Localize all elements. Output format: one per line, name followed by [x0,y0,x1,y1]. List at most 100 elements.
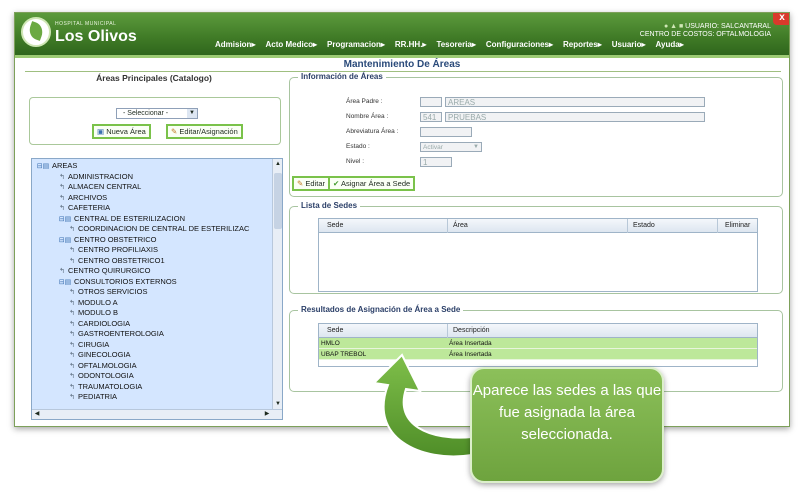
tree-scroll-thumb[interactable] [274,173,282,229]
tree-item[interactable]: ↰ CARDIOLOGIA [68,319,130,330]
tree-vertical-scrollbar[interactable]: ▲ ▼ [272,159,282,409]
tree-item-label: CONSULTORIOS EXTERNOS [74,276,177,286]
tree-item[interactable]: ⊟▤ AREAS [36,161,78,172]
tree-item[interactable]: ↰ OTROS SERVICIOS [68,287,147,298]
tree-item-label: MODULO A [78,297,118,307]
top-bar: HOSPITAL MUNICIPAL Los Olivos ● ▲ ■ USUA… [15,13,789,55]
tree-item-label: CARDIOLOGIA [78,318,131,328]
logo-caption: HOSPITAL MUNICIPAL [55,21,117,27]
tree-item[interactable]: ↰ CIRUGIA [68,340,109,351]
tree-item-label: ODONTOLOGIA [78,371,134,380]
tree-item-label: TRAUMATOLOGIA [78,381,143,391]
nueva-area-label: Nueva Área [106,127,146,136]
tree-horizontal-scrollbar[interactable]: ◀ ▶ [32,409,282,419]
page-title: Mantenimiento De Áreas [343,59,461,70]
area-select[interactable]: - Seleccionar - ▼ [116,108,198,119]
tree-item[interactable]: ↰ CAFETERIA [58,203,110,214]
user-name: USUARIO: SALCANTARAL [685,23,771,30]
tree-item[interactable]: ↰ CENTRO PROFILIAXIS [68,245,158,256]
folder-icon: ⊟▤ [58,236,72,244]
folder-icon: ⊟▤ [36,163,50,170]
leaf-icon: ↰ [69,362,75,370]
col-divider [717,219,718,233]
nombre-area-code-field[interactable]: 541 [420,112,442,122]
tree-item[interactable]: ↰ OFTALMOLOGIA [68,361,137,372]
tree-item-label: CENTRO OBSTETRICO [74,234,157,244]
cost-center: CENTRO DE COSTOS: OFTALMOLOGIA [639,31,771,38]
catalog-select-box: - Seleccionar - ▼ ▣ Nueva Área ✎ Editar/… [29,97,281,145]
menu-tesoreria[interactable]: Tesoreria▸ [436,40,475,49]
menu-acto-medico[interactable]: Acto Medico▸ [265,40,317,49]
nivel-field[interactable]: 1 [420,157,452,167]
leaf-icon: ↰ [69,257,75,265]
editar-button[interactable]: ✎ Editar [292,176,330,191]
tree-item[interactable]: ↰ ALMACEN CENTRAL [58,182,141,193]
scroll-left-icon[interactable]: ◀ [32,410,42,419]
callout-text: Aparece las sedes a las que fue asignada… [472,382,662,443]
col-divider [447,324,448,338]
tree-item-label: CENTRO QUIRURGICO [68,266,151,275]
tree-item[interactable]: ↰ ARCHIVOS [58,193,107,204]
area-padre-code-field[interactable] [420,97,442,107]
tree-item-label: ADMINISTRACION [68,171,134,181]
tree-item[interactable]: ↰ COORDINACION DE CENTRAL DE ESTERILIZAC [68,224,249,235]
tree-item[interactable]: ↰ CENTRO QUIRURGICO [58,266,151,277]
menu-ayuda[interactable]: Ayuda▸ [656,40,684,49]
tree-item[interactable]: ↰ TRAUMATOLOGIA [68,382,142,393]
sedes-fieldset: Lista de Sedes Sede Área Estado Eliminar [289,201,783,294]
tree-item[interactable]: ↰ MODULO A [68,298,118,309]
tree-item-label: AREAS [52,161,78,170]
area-padre-field[interactable]: AREAS [445,97,705,107]
col-estado: Estado [633,222,655,229]
scroll-right-icon[interactable]: ▶ [262,410,272,419]
tree-item-label: ARCHIVOS [68,192,108,202]
tree-item[interactable]: ↰ GASTROENTEROLOGIA [68,329,164,340]
nueva-area-button[interactable]: ▣ Nueva Área [92,124,151,139]
nombre-area-label: Nombre Área : [346,113,389,120]
tree-item-label: MODULO B [78,308,119,317]
menu-admision[interactable]: Admision▸ [215,40,255,49]
estado-select-value: Activar [423,144,443,151]
menu-configuraciones[interactable]: Configuraciones▸ [486,40,553,49]
nombre-area-field[interactable]: PRUEBAS [445,112,705,122]
tree-item[interactable]: ⊟▤ CENTRAL DE ESTERILIZACION [58,214,185,225]
leaf-icon: ↰ [59,194,65,202]
tree-item[interactable]: ↰ GINECOLOGIA [68,350,130,361]
scroll-up-icon[interactable]: ▲ [273,159,282,169]
menu-usuario[interactable]: Usuario▸ [612,40,646,49]
abreviatura-field[interactable] [420,127,472,137]
scroll-down-icon[interactable]: ▼ [273,399,282,409]
editar-asignacion-button[interactable]: ✎ Editar/Asignación [166,124,243,139]
menu-reportes[interactable]: Reportes▸ [563,40,602,49]
asignar-sede-label: Asignar Área a Sede [340,179,411,188]
tree-item[interactable]: ↰ ODONTOLOGIA [68,371,134,382]
estado-select[interactable]: Activar ▼ [420,142,482,152]
user-info: ● ▲ ■ USUARIO: SALCANTARAL CENTRO DE COS… [640,23,771,39]
leaf-icon: ↰ [69,226,75,233]
close-button[interactable]: x [773,13,789,25]
leaf-icon: ↰ [69,394,75,401]
leaf-icon: ↰ [59,173,65,181]
areas-tree[interactable]: ▲ ▼ ◀ ▶ ⊟▤ AREAS ↰ ADMINISTRACION ↰ ALMACEN C… [31,158,283,420]
area-info-fieldset: Información de Áreas Área Padre : AREAS … [289,72,783,197]
asignar-sede-button[interactable]: ✔ Asignar Área a Sede [328,176,416,191]
tree-item[interactable]: ⊟▤ CONSULTORIOS EXTERNOS [58,277,177,288]
leaf-icon: ↰ [59,268,65,275]
tree-item-label: CENTRO OBSTETRICO1 [78,255,165,265]
tree-item-label: OFTALMOLOGIA [78,360,137,370]
leaf-icon: ↰ [69,341,75,349]
row-sede: HMLO [321,340,340,347]
menu-rrhh[interactable]: RR.HH.▸ [395,40,427,49]
tree-item[interactable]: ↰ CENTRO OBSTETRICO1 [68,256,165,267]
tree-item-label: COORDINACION DE CENTRAL DE ESTERILIZAC [78,224,250,233]
menu-programacion[interactable]: Programacion▸ [327,40,385,49]
tree-item[interactable]: ↰ ADMINISTRACION [58,172,133,183]
col-eliminar: Eliminar [725,222,751,229]
tree-item[interactable]: ↰ PEDIATRIA [68,392,117,403]
tree-item-label: PEDIATRIA [78,392,118,401]
tree-item[interactable]: ↰ MODULO B [68,308,118,319]
leaf-icon: ↰ [69,352,75,359]
title-divider [25,71,781,72]
tree-item[interactable]: ⊟▤ CENTRO OBSTETRICO [58,235,157,246]
curved-arrow-icon [371,353,473,458]
